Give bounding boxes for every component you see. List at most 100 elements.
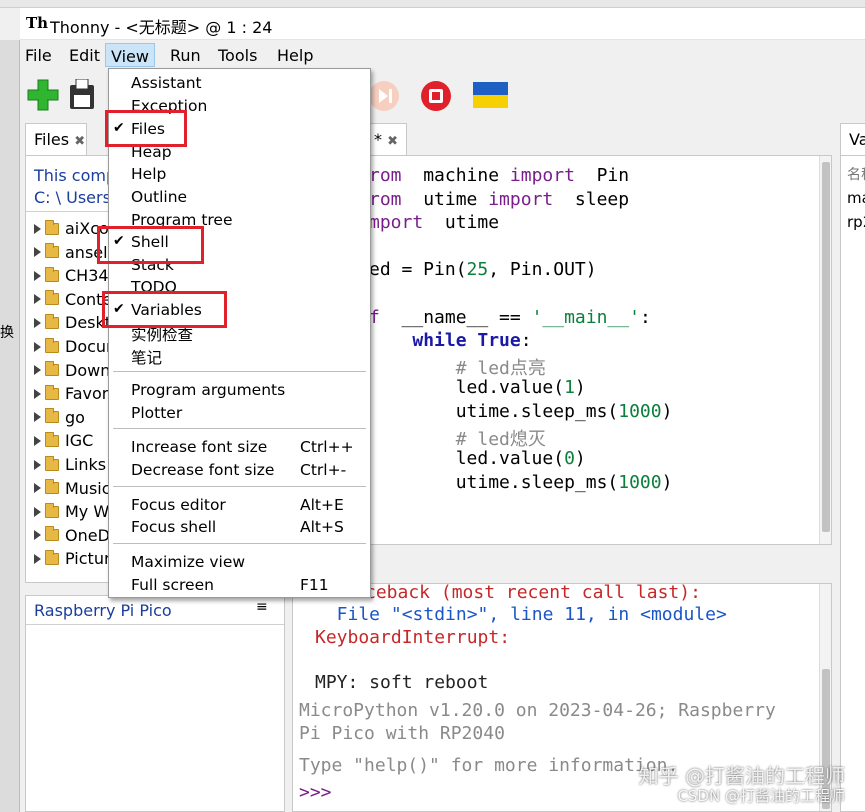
file-tree-item[interactable]: Favor xyxy=(34,382,108,405)
expand-arrow-icon[interactable] xyxy=(34,483,41,494)
close-icon[interactable]: ✖ xyxy=(74,134,85,149)
shell-prompt[interactable]: >>> xyxy=(299,782,332,803)
code-token: '__main__' xyxy=(531,306,640,328)
file-tree-item[interactable]: Links xyxy=(34,453,106,476)
tab-variables[interactable]: Va xyxy=(840,123,865,155)
file-tree-item[interactable]: Down xyxy=(34,359,110,382)
view-menu-item[interactable]: Plotter xyxy=(109,403,370,426)
code-token: 1000 xyxy=(618,471,662,493)
view-menu-item[interactable]: Outline xyxy=(109,187,370,210)
file-tree-item-label: CH34 xyxy=(65,266,109,286)
expand-arrow-icon[interactable] xyxy=(34,247,41,258)
view-menu-item-label: 笔记 xyxy=(131,349,163,367)
file-tree-item[interactable]: Conte xyxy=(34,288,112,311)
menu-view[interactable]: View xyxy=(105,43,155,67)
device-pane: Raspberry Pi Pico ≡ xyxy=(25,595,285,812)
code-line[interactable]: utime.sleep_ms(1000) xyxy=(369,401,673,425)
view-menu-item[interactable]: Help xyxy=(109,164,370,187)
menu-icon[interactable]: ≡ xyxy=(256,599,268,615)
view-menu-item[interactable]: Increase font size Ctrl++ xyxy=(109,437,370,460)
code-token: led.value( xyxy=(369,377,565,399)
expand-arrow-icon[interactable] xyxy=(34,223,41,234)
new-file-button[interactable] xyxy=(27,79,59,111)
expand-arrow-icon[interactable] xyxy=(34,506,41,517)
editor-scrollbar[interactable] xyxy=(819,156,831,544)
expand-arrow-icon[interactable] xyxy=(34,365,41,376)
open-file-button[interactable] xyxy=(68,78,96,111)
expand-arrow-icon[interactable] xyxy=(34,341,41,352)
file-tree-item[interactable]: Music xyxy=(34,477,111,500)
expand-arrow-icon[interactable] xyxy=(34,553,41,564)
expand-arrow-icon[interactable] xyxy=(34,270,41,281)
code-line[interactable]: led.value(0) xyxy=(369,448,586,472)
code-line[interactable]: led.value(1) xyxy=(369,377,586,401)
stop-button[interactable] xyxy=(420,80,452,112)
files-location: This comp xyxy=(34,166,117,185)
file-tree-item[interactable]: My W xyxy=(34,500,109,523)
tab-files[interactable]: Files ✖ xyxy=(25,123,87,155)
ukraine-flag-button[interactable] xyxy=(473,82,508,108)
expand-arrow-icon[interactable] xyxy=(34,388,41,399)
view-menu-item[interactable]: Assistant xyxy=(109,73,370,96)
view-menu-item[interactable]: Decrease font size Ctrl+- xyxy=(109,460,370,483)
expand-arrow-icon[interactable] xyxy=(34,530,41,541)
expand-arrow-icon[interactable] xyxy=(34,435,41,446)
code-token: 1 xyxy=(564,377,575,399)
code-line[interactable]: # led熄灭 xyxy=(369,425,546,450)
code-line[interactable]: f __name__ == '__main__': xyxy=(369,307,651,331)
view-menu-item-label: Increase font size xyxy=(131,438,268,456)
resume-button[interactable] xyxy=(368,80,400,112)
expand-arrow-icon[interactable] xyxy=(34,459,41,470)
file-tree-item[interactable]: go xyxy=(34,406,85,429)
menu-run[interactable]: Run xyxy=(170,46,201,65)
code-line[interactable]: while True: xyxy=(369,330,532,354)
file-tree-item[interactable]: OneD xyxy=(34,524,110,547)
file-tree-item[interactable]: CH34 xyxy=(34,264,109,287)
expand-arrow-icon[interactable] xyxy=(34,294,41,305)
editor-pane[interactable]: rom machine import Pin rom utime import s… xyxy=(292,155,832,545)
code-line[interactable]: rom machine import Pin xyxy=(369,165,629,189)
folder-icon xyxy=(45,431,59,447)
code-token: ) xyxy=(661,471,673,493)
file-tree-item[interactable]: Deskt xyxy=(34,311,111,334)
window-title: Thonny - <无标题> @ 1 : 24 xyxy=(50,18,273,37)
close-icon[interactable]: ✖ xyxy=(387,134,398,149)
plus-icon xyxy=(27,79,59,111)
expand-arrow-icon[interactable] xyxy=(34,412,41,423)
code-token: mport xyxy=(369,212,424,234)
file-tree-item[interactable]: Pictur xyxy=(34,547,111,570)
view-menu-item[interactable]: Full screen F11 xyxy=(109,575,370,598)
variable-row[interactable]: rp2 xyxy=(847,213,865,231)
view-menu-item[interactable]: Focus editor Alt+E xyxy=(109,495,370,518)
menu-bar: File Edit View Run Tools Help xyxy=(20,40,865,70)
code-line[interactable]: ed = Pin(25, Pin.OUT) xyxy=(369,259,597,283)
code-line[interactable]: utime.sleep_ms(1000) xyxy=(369,471,673,496)
file-tree-item[interactable]: Docur xyxy=(34,335,113,358)
file-tree-item[interactable]: IGC xyxy=(34,429,93,452)
menu-tools[interactable]: Tools xyxy=(218,46,257,65)
code-token: ) xyxy=(574,448,586,470)
file-tree-item-label: Music xyxy=(65,478,111,498)
view-menu-item[interactable]: Maximize view xyxy=(109,552,370,575)
view-menu-item-label: Assistant xyxy=(131,74,202,92)
code-token: : xyxy=(520,330,532,352)
device-label[interactable]: Raspberry Pi Pico xyxy=(34,601,172,620)
variable-row[interactable]: ma xyxy=(847,189,865,207)
file-tree-item-label: Favor xyxy=(65,384,109,404)
menu-file[interactable]: File xyxy=(25,46,52,65)
expand-arrow-icon[interactable] xyxy=(34,317,41,328)
view-menu-item[interactable]: Program arguments xyxy=(109,380,370,403)
files-path[interactable]: C: \ Users xyxy=(34,188,111,207)
scrollbar-thumb[interactable] xyxy=(822,162,830,532)
code-line[interactable]: mport utime xyxy=(369,212,499,236)
menu-edit[interactable]: Edit xyxy=(69,46,100,65)
view-menu-item[interactable]: 笔记 xyxy=(109,345,370,368)
code-token: rom xyxy=(369,188,402,210)
menu-help[interactable]: Help xyxy=(277,46,313,65)
code-line[interactable]: # led点亮 xyxy=(369,354,546,379)
background-text: 换 xyxy=(0,325,14,341)
view-menu-item[interactable]: Focus shell Alt+S xyxy=(109,517,370,540)
code-line[interactable]: rom utime import sleep xyxy=(369,189,629,213)
